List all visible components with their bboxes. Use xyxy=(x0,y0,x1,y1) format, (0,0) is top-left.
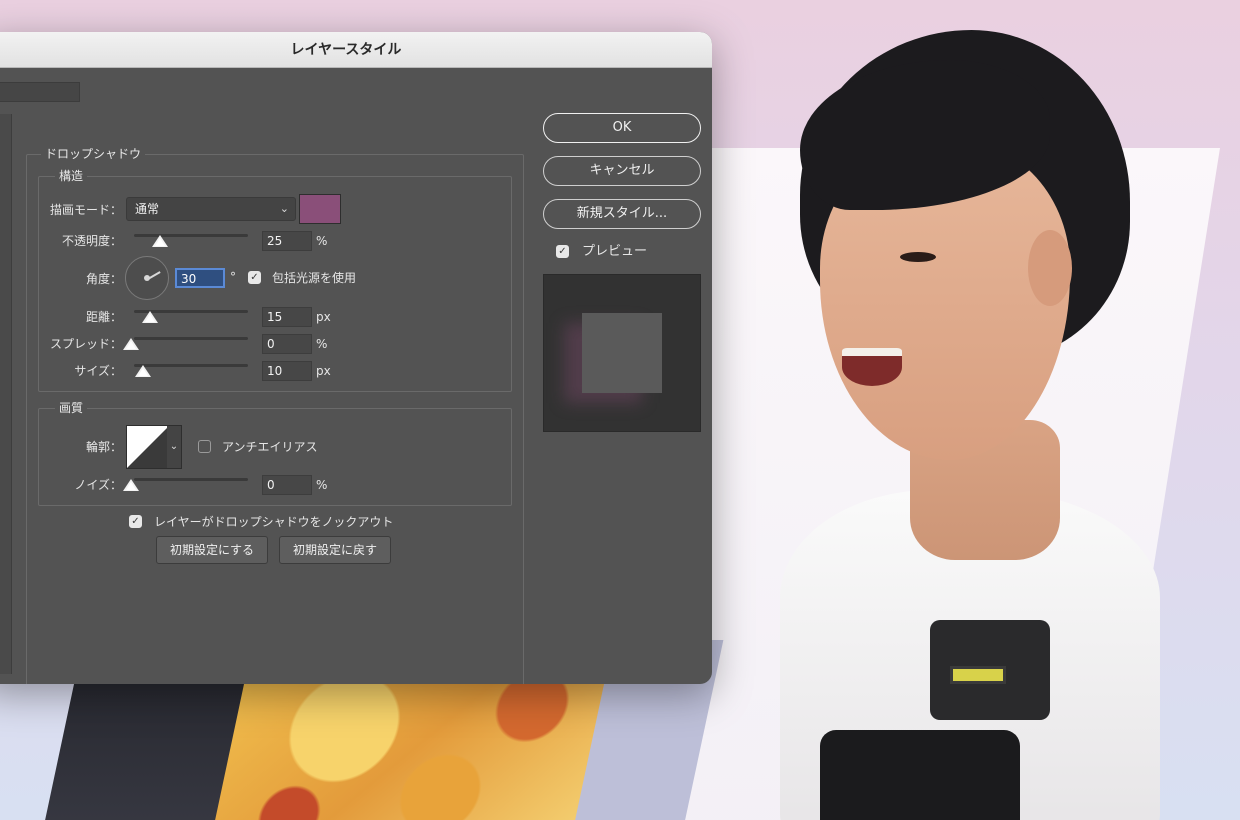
opacity-label: 不透明度： xyxy=(61,234,122,248)
cancel-button[interactable]: キャンセル xyxy=(543,156,701,186)
camera-body xyxy=(820,730,1020,820)
spread-slider-thumb[interactable] xyxy=(123,338,139,350)
size-slider-thumb[interactable] xyxy=(135,365,151,377)
portrait-ear xyxy=(1028,230,1072,306)
global-light-label[interactable]: 包括光源を使用 xyxy=(272,270,356,286)
global-light-checkbox[interactable]: ✓ xyxy=(248,271,261,284)
new-style-button[interactable]: 新規スタイル... xyxy=(543,199,701,229)
camera-image xyxy=(820,620,1050,820)
contour-label: 輪郭： xyxy=(85,440,122,454)
portrait-mouth xyxy=(842,348,902,386)
noise-slider-track[interactable] xyxy=(134,478,248,481)
distance-slider-thumb[interactable] xyxy=(142,311,158,323)
blend-mode-value: 通常 xyxy=(135,202,160,216)
drop-shadow-title: ドロップシャドウ xyxy=(41,146,146,162)
preview-label[interactable]: プレビュー xyxy=(582,244,647,260)
contour-curve-graphic xyxy=(127,426,169,468)
distance-unit: px xyxy=(316,310,331,324)
styles-list-panel[interactable] xyxy=(0,114,12,674)
blend-mode-label: 描画モード： xyxy=(49,203,122,217)
spread-slider-track[interactable] xyxy=(134,337,248,340)
structure-title: 構造 xyxy=(55,168,88,184)
distance-label: 距離： xyxy=(85,310,122,324)
anti-alias-checkbox[interactable] xyxy=(198,440,211,453)
angle-label: 角度： xyxy=(85,272,122,286)
distance-input[interactable]: 15 xyxy=(262,307,312,327)
contour-picker[interactable]: ⌄ xyxy=(126,425,182,469)
size-label: サイズ： xyxy=(74,364,122,378)
blend-mode-select[interactable]: 通常 ⌄ xyxy=(126,197,296,221)
size-input[interactable]: 10 xyxy=(262,361,312,381)
size-unit: px xyxy=(316,364,331,378)
angle-dial-center xyxy=(144,275,150,281)
spread-label: スプレッド： xyxy=(49,337,122,351)
ok-button[interactable]: OK xyxy=(543,113,701,143)
knockout-checkbox[interactable]: ✓ xyxy=(129,515,142,528)
preview-checkbox[interactable]: ✓ xyxy=(556,245,569,258)
opacity-unit: % xyxy=(316,234,328,248)
chevron-down-icon[interactable]: ⌄ xyxy=(167,426,181,468)
spread-unit: % xyxy=(316,337,328,351)
size-slider-track[interactable] xyxy=(134,364,248,367)
noise-unit: % xyxy=(316,478,328,492)
reset-default-button[interactable]: 初期設定に戻す xyxy=(279,536,391,564)
quality-title: 画質 xyxy=(55,400,88,416)
shadow-color-swatch[interactable] xyxy=(299,194,341,224)
layer-style-dialog: レイヤースタイル ドロップシャドウ 構造 描画モード： 通常 ⌄ 不透明度： 2… xyxy=(0,32,712,684)
spread-input[interactable]: 0 xyxy=(262,334,312,354)
preview-square xyxy=(582,313,662,393)
portrait-eye xyxy=(900,252,936,262)
anti-alias-label[interactable]: アンチエイリアス xyxy=(222,439,318,455)
styles-search-field[interactable] xyxy=(0,82,80,102)
opacity-input[interactable]: 25 xyxy=(262,231,312,251)
preview-thumbnail xyxy=(543,274,701,432)
noise-label: ノイズ： xyxy=(74,478,122,492)
dialog-title: レイヤースタイル xyxy=(0,32,712,68)
make-default-button[interactable]: 初期設定にする xyxy=(156,536,268,564)
chevron-down-icon: ⌄ xyxy=(279,202,289,215)
angle-input[interactable]: 30 xyxy=(175,268,225,288)
angle-dial[interactable] xyxy=(125,256,169,300)
angle-unit: ° xyxy=(230,270,236,284)
noise-input[interactable]: 0 xyxy=(262,475,312,495)
camera-lcd xyxy=(950,666,1006,684)
opacity-slider-thumb[interactable] xyxy=(152,235,168,247)
knockout-label[interactable]: レイヤーがドロップシャドウをノックアウト xyxy=(154,514,393,530)
noise-slider-thumb[interactable] xyxy=(123,479,139,491)
